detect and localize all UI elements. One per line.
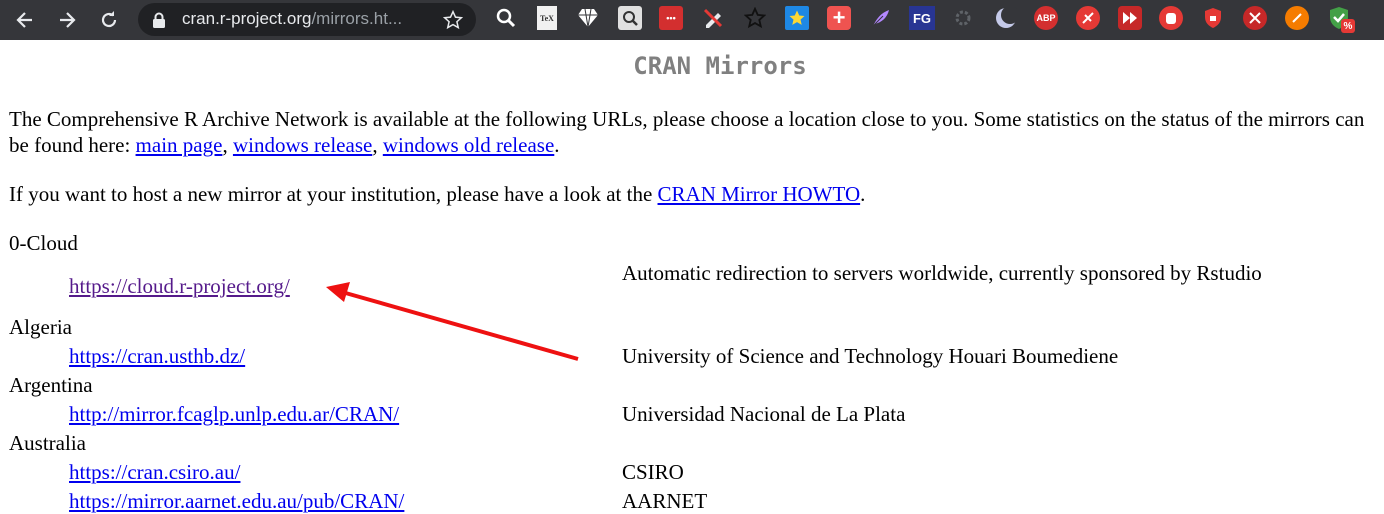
country-heading: 0-Cloud xyxy=(9,231,78,255)
no-gesture-extension-icon[interactable] xyxy=(1076,6,1100,30)
period: . xyxy=(554,133,560,157)
address-bar[interactable]: cran.r-project.org/mirrors.ht... xyxy=(138,3,476,36)
extension-badge: % xyxy=(1341,19,1355,33)
page-title: CRAN Mirrors xyxy=(633,52,807,80)
forward-arrow-icon xyxy=(60,12,76,28)
windows-old-release-link[interactable]: windows old release xyxy=(383,133,554,157)
star-badge-extension-icon[interactable] xyxy=(785,6,809,30)
hand-stop-extension-icon[interactable] xyxy=(1159,6,1183,30)
lock-icon xyxy=(153,12,165,28)
country-heading: Algeria xyxy=(9,315,72,339)
url-host: cran.r-project.org xyxy=(182,9,312,28)
separator: , xyxy=(372,133,383,157)
back-arrow-icon xyxy=(16,12,32,28)
arrow-head xyxy=(326,282,350,302)
mirror-link[interactable]: http://mirror.fcaglp.unlp.edu.ar/CRAN/ xyxy=(69,401,399,427)
back-button[interactable] xyxy=(9,4,41,36)
shield-lock-extension-icon[interactable] xyxy=(1201,6,1225,30)
mirror-link[interactable]: https://mirror.aarnet.edu.au/pub/CRAN/ xyxy=(69,488,404,514)
url-path: /mirrors.ht... xyxy=(311,9,403,28)
cran-mirror-howto-link[interactable]: CRAN Mirror HOWTO xyxy=(658,182,861,206)
period: . xyxy=(860,182,866,206)
star-outline-extension-icon[interactable] xyxy=(743,6,767,30)
fast-forward-extension-icon[interactable] xyxy=(1118,6,1142,30)
country-heading: Australia xyxy=(9,431,86,455)
reload-button[interactable] xyxy=(93,4,125,36)
mirror-description: University of Science and Technology Hou… xyxy=(622,344,1119,368)
moon-extension-icon[interactable] xyxy=(994,6,1018,30)
pencil-slash-extension-icon[interactable] xyxy=(701,6,725,30)
mirror-description: CSIRO xyxy=(622,460,684,484)
intro-paragraph: The Comprehensive R Archive Network is a… xyxy=(9,106,1384,158)
tools-extension-icon[interactable] xyxy=(1243,6,1267,30)
mirror-description: Universidad Nacional de La Plata xyxy=(622,402,906,426)
mirror-link[interactable]: https://cran.csiro.au/ xyxy=(69,459,240,485)
orange-circle-extension-icon[interactable] xyxy=(1285,6,1309,30)
reload-icon xyxy=(101,11,117,28)
separator: , xyxy=(222,133,233,157)
host-paragraph: If you want to host a new mirror at your… xyxy=(9,181,1384,207)
arrow-shaft xyxy=(341,290,579,361)
feather-extension-icon[interactable] xyxy=(869,6,893,30)
windows-release-link[interactable]: windows release xyxy=(233,133,372,157)
plus-extension-icon[interactable]: + xyxy=(827,6,851,30)
gear-extension-icon[interactable] xyxy=(951,6,975,30)
dots-extension-icon[interactable]: ••• xyxy=(659,6,683,30)
adblock-plus-extension-icon[interactable]: ABP xyxy=(1034,6,1058,30)
mirror-description: AARNET xyxy=(622,489,708,513)
fg-extension-icon[interactable]: FG xyxy=(909,6,935,30)
mirror-link[interactable]: https://cran.usthb.dz/ xyxy=(69,343,245,369)
browser-toolbar: cran.r-project.org/mirrors.ht... TeX •••… xyxy=(0,0,1384,40)
tex-extension-icon[interactable]: TeX xyxy=(537,6,557,30)
diamond-extension-icon[interactable] xyxy=(576,6,600,30)
magnifier-extension-icon[interactable] xyxy=(494,6,518,30)
forward-button[interactable] xyxy=(51,4,83,36)
url-text[interactable]: cran.r-project.org/mirrors.ht... xyxy=(182,9,422,29)
mirror-link[interactable]: https://cloud.r-project.org/ xyxy=(69,273,290,299)
mirror-description: Automatic redirection to servers worldwi… xyxy=(622,261,1262,285)
image-search-extension-icon[interactable] xyxy=(618,6,642,30)
main-page-link[interactable]: main page xyxy=(136,133,223,157)
country-heading: Argentina xyxy=(9,373,93,397)
bookmark-star-icon[interactable] xyxy=(443,10,463,30)
host-text: If you want to host a new mirror at your… xyxy=(9,182,658,206)
